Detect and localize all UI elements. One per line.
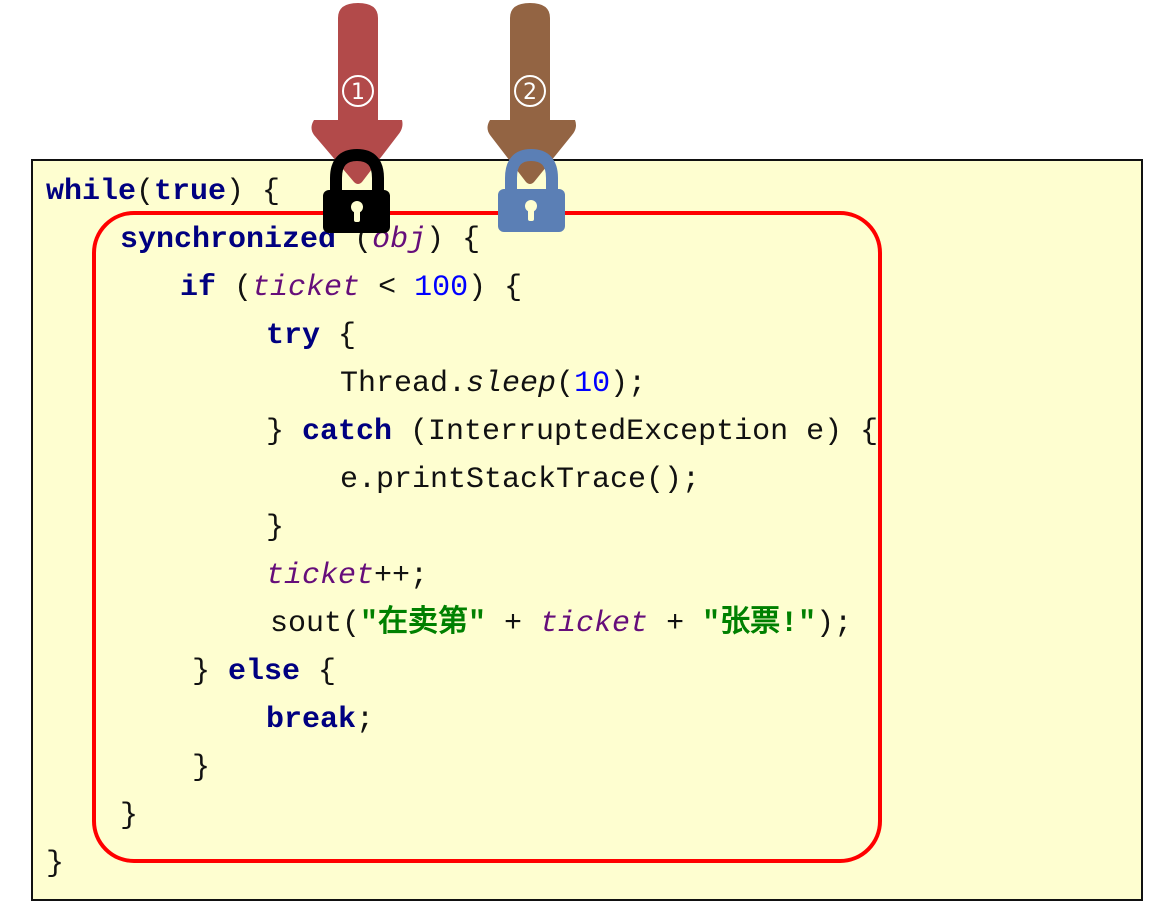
thread-2-number: 2 xyxy=(523,80,537,105)
code-token: } xyxy=(46,847,65,881)
arrows-and-locks: 1 2 xyxy=(311,3,576,233)
synchronized-block-frame xyxy=(92,211,882,863)
thread-1-number: 1 xyxy=(351,80,365,105)
code-line: } xyxy=(46,844,64,884)
